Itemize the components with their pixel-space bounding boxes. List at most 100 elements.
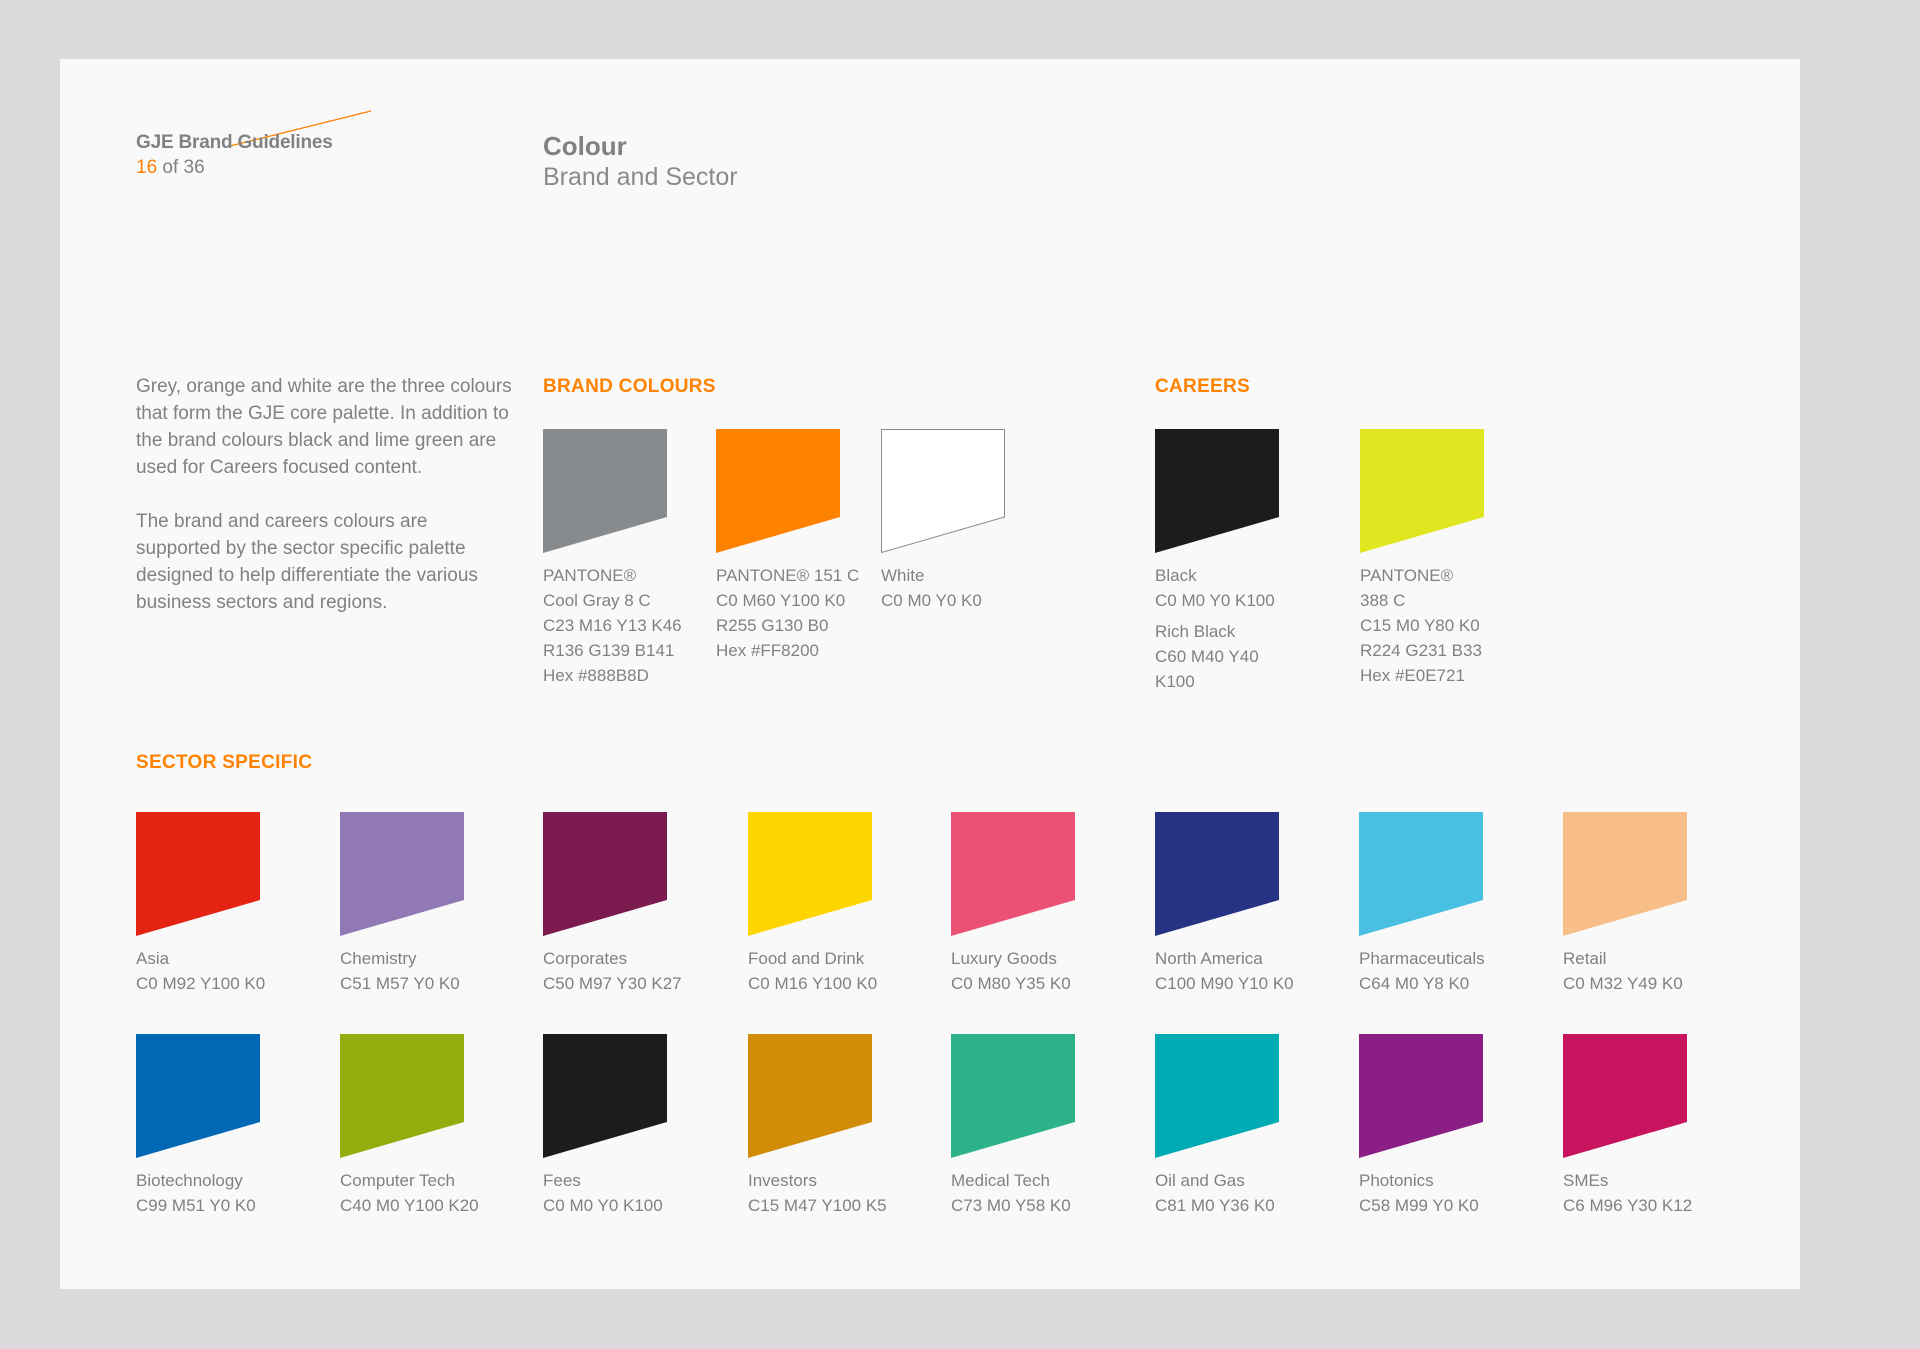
brand-swatch bbox=[716, 429, 840, 553]
sector-name: North America bbox=[1155, 949, 1263, 968]
swatch-label-line: R255 G130 B0 bbox=[716, 616, 829, 635]
swatch-label-line: 388 C bbox=[1360, 591, 1406, 610]
brand-swatch-label: PANTONE® 151 C C0 M60 Y100 K0 R255 G130 B0… bbox=[716, 563, 859, 663]
swatch-label-line: PANTONE® 151 C bbox=[716, 566, 860, 585]
sector-cmyk: C99 M51 Y0 K0 bbox=[136, 1196, 256, 1215]
swatch-label-line: Rich Black bbox=[1155, 622, 1236, 641]
sector-swatch-label: Corporates C50 M97 Y30 K27 bbox=[543, 946, 682, 996]
sector-swatch bbox=[1563, 1034, 1687, 1158]
guideline-page: GJE Brand Guidelines 16 of 36 Colour Bra… bbox=[60, 59, 1800, 1289]
sector-swatch-label: Photonics C58 M99 Y0 K0 bbox=[1359, 1168, 1479, 1218]
sector-swatch bbox=[951, 812, 1075, 936]
sector-swatch-label: Retail C0 M32 Y49 K0 bbox=[1563, 946, 1683, 996]
sector-name: Retail bbox=[1563, 949, 1607, 968]
swatch-label-line: C0 M0 Y0 K0 bbox=[881, 591, 982, 610]
swatch-label-line: C23 M16 Y13 K46 bbox=[543, 616, 682, 635]
sector-cmyk: C0 M32 Y49 K0 bbox=[1563, 974, 1683, 993]
careers-swatch-label: PANTONE® 388 C C15 M0 Y80 K0 R224 G231 B33 H… bbox=[1360, 563, 1482, 688]
swatch-label-line: R136 G139 B141 bbox=[543, 641, 675, 660]
swatch-label-line: C15 M0 Y80 K0 bbox=[1360, 616, 1480, 635]
sector-swatch-label: Computer Tech C40 M0 Y100 K20 bbox=[340, 1168, 479, 1218]
section-subtitle: Brand and Sector bbox=[543, 163, 738, 191]
sector-cmyk: C58 M99 Y0 K0 bbox=[1359, 1196, 1479, 1215]
sector-swatch bbox=[543, 1034, 667, 1158]
swatch-label-line: Cool Gray 8 C bbox=[543, 591, 651, 610]
swatch-label-line: Hex #888B8D bbox=[543, 666, 649, 685]
sector-name: Fees bbox=[543, 1171, 581, 1190]
careers-swatch bbox=[1360, 429, 1484, 553]
careers-heading: CAREERS bbox=[1155, 376, 1251, 397]
sector-swatch bbox=[1359, 1034, 1483, 1158]
sector-swatch bbox=[1359, 812, 1483, 936]
sector-swatch bbox=[136, 1034, 260, 1158]
intro-paragraph-2: The brand and careers colours are suppor… bbox=[136, 511, 478, 613]
sector-cmyk: C0 M16 Y100 K0 bbox=[748, 974, 878, 993]
sector-swatch bbox=[136, 812, 260, 936]
swatch-label-line: PANTONE® bbox=[1360, 566, 1454, 585]
sector-name: Biotechnology bbox=[136, 1171, 243, 1190]
brand-colours-heading: BRAND COLOURS bbox=[543, 376, 716, 397]
sector-name: Investors bbox=[748, 1171, 817, 1190]
sector-name: Luxury Goods bbox=[951, 949, 1057, 968]
sector-swatch-label: Food and Drink C0 M16 Y100 K0 bbox=[748, 946, 877, 996]
swatch-label-line: PANTONE® bbox=[543, 566, 637, 585]
sector-swatch bbox=[951, 1034, 1075, 1158]
sector-cmyk: C0 M0 Y0 K100 bbox=[543, 1196, 663, 1215]
sector-cmyk: C0 M92 Y100 K0 bbox=[136, 974, 266, 993]
page-indicator: 16 of 36 bbox=[136, 157, 205, 179]
careers-swatch bbox=[1155, 429, 1279, 553]
sector-specific-heading: SECTOR SPECIFIC bbox=[136, 752, 313, 773]
swatch-label-line: C0 M0 Y0 K100 bbox=[1155, 591, 1275, 610]
swatch-label-line: K100 bbox=[1155, 672, 1195, 691]
sector-swatch-label: Asia C0 M92 Y100 K0 bbox=[136, 946, 265, 996]
sector-cmyk: C64 M0 Y8 K0 bbox=[1359, 974, 1470, 993]
sector-name: Chemistry bbox=[340, 949, 417, 968]
document-title: GJE Brand Guidelines bbox=[136, 132, 333, 153]
swatch-label-line: R224 G231 B33 bbox=[1360, 641, 1482, 660]
sector-swatch bbox=[340, 812, 464, 936]
sector-name: Medical Tech bbox=[951, 1171, 1050, 1190]
sector-name: Photonics bbox=[1359, 1171, 1434, 1190]
intro-paragraph-1: Grey, orange and white are the three col… bbox=[136, 376, 512, 478]
sector-swatch-label: Luxury Goods C0 M80 Y35 K0 bbox=[951, 946, 1071, 996]
brand-swatch-label: PANTONE® Cool Gray 8 C C23 M16 Y13 K46 R136… bbox=[543, 563, 682, 688]
sector-cmyk: C15 M47 Y100 K5 bbox=[748, 1196, 887, 1215]
sector-swatch-label: Biotechnology C99 M51 Y0 K0 bbox=[136, 1168, 256, 1218]
sector-swatch-label: Oil and Gas C81 M0 Y36 K0 bbox=[1155, 1168, 1275, 1218]
sector-swatch bbox=[340, 1034, 464, 1158]
sector-cmyk: C73 M0 Y58 K0 bbox=[951, 1196, 1071, 1215]
sector-name: Computer Tech bbox=[340, 1171, 455, 1190]
sector-name: SMEs bbox=[1563, 1171, 1609, 1190]
sector-cmyk: C100 M90 Y10 K0 bbox=[1155, 974, 1294, 993]
section-title: Colour bbox=[543, 131, 627, 161]
sector-cmyk: C6 M96 Y30 K12 bbox=[1563, 1196, 1693, 1215]
sector-swatch-label: Investors C15 M47 Y100 K5 bbox=[748, 1168, 887, 1218]
brand-swatch bbox=[881, 429, 1005, 553]
sector-swatch-label: North America C100 M90 Y10 K0 bbox=[1155, 946, 1294, 996]
page-current: 16 bbox=[136, 157, 158, 178]
sector-swatch bbox=[543, 812, 667, 936]
swatch-label-line: Hex #E0E721 bbox=[1360, 666, 1465, 685]
sector-swatch-label: Chemistry C51 M57 Y0 K0 bbox=[340, 946, 460, 996]
sector-cmyk: C51 M57 Y0 K0 bbox=[340, 974, 460, 993]
sector-cmyk: C0 M80 Y35 K0 bbox=[951, 974, 1071, 993]
swatch-label-line: Hex #FF8200 bbox=[716, 641, 819, 660]
intro-text: Grey, orange and white are the three col… bbox=[136, 373, 516, 643]
sector-swatch bbox=[1563, 812, 1687, 936]
sector-cmyk: C50 M97 Y30 K27 bbox=[543, 974, 682, 993]
brand-swatch-label: White C0 M0 Y0 K0 bbox=[881, 563, 982, 613]
sector-name: Pharmaceuticals bbox=[1359, 949, 1485, 968]
sector-name: Food and Drink bbox=[748, 949, 865, 968]
swatch-label-line: Black bbox=[1155, 566, 1197, 585]
sector-name: Oil and Gas bbox=[1155, 1171, 1245, 1190]
sector-swatch-label: Pharmaceuticals C64 M0 Y8 K0 bbox=[1359, 946, 1485, 996]
sector-swatch bbox=[748, 812, 872, 936]
sector-cmyk: C40 M0 Y100 K20 bbox=[340, 1196, 479, 1215]
sector-swatch-label: SMEs C6 M96 Y30 K12 bbox=[1563, 1168, 1692, 1218]
brand-swatch bbox=[543, 429, 667, 553]
sector-name: Asia bbox=[136, 949, 170, 968]
swatch-label-line: C0 M60 Y100 K0 bbox=[716, 591, 846, 610]
sector-swatch bbox=[1155, 1034, 1279, 1158]
sector-swatch-label: Fees C0 M0 Y0 K100 bbox=[543, 1168, 663, 1218]
sector-swatch-label: Medical Tech C73 M0 Y58 K0 bbox=[951, 1168, 1071, 1218]
